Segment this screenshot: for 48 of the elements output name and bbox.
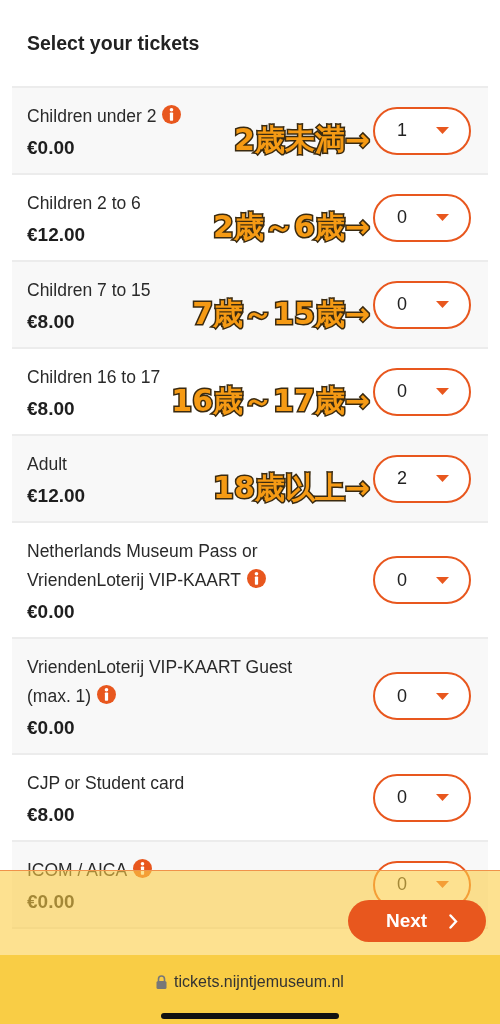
page-title: Select your tickets <box>27 31 200 55</box>
ticket-name: Children 7 to 15 <box>27 279 151 302</box>
annotation-text: 2歳～6歳→ <box>213 208 370 246</box>
ticket-price: €8.00 <box>27 311 75 333</box>
quantity-select[interactable]: 0 <box>373 773 471 822</box>
ticket-price: €0.00 <box>27 717 75 739</box>
info-icon[interactable] <box>133 859 153 878</box>
url-text[interactable]: tickets.nijntjemuseum.nl <box>174 973 344 991</box>
info-icon[interactable] <box>97 685 117 704</box>
ticket-price: €0.00 <box>27 137 75 159</box>
caret-icon <box>436 881 449 888</box>
info-icon[interactable] <box>247 569 266 588</box>
annotation-text: 18歳以上→ <box>213 469 370 507</box>
ticket-name: Children 16 to 17 <box>27 366 161 389</box>
caret-icon <box>436 475 449 482</box>
ticket-name: Adult <box>27 453 67 476</box>
quantity-select[interactable]: 1 <box>373 106 471 155</box>
ticket-name: Netherlands Museum Pass or VriendenLoterij VIP-KAART <box>27 537 327 595</box>
caret-icon <box>436 576 449 584</box>
ticket-price: €12.00 <box>27 485 86 507</box>
annotation-text: 2歳未満→ <box>234 121 370 159</box>
ticket-price: €0.00 <box>27 891 75 913</box>
quantity-select[interactable]: 2 <box>373 454 471 503</box>
caret-icon <box>436 214 449 221</box>
ticket-name: VriendenLoterij VIP-KAART Guest (max. 1) <box>27 656 294 708</box>
ticket-price: €8.00 <box>27 804 75 826</box>
ticket-price: €12.00 <box>27 224 86 246</box>
caret-icon <box>436 127 449 134</box>
ticket-price: €8.00 <box>27 398 75 420</box>
quantity-select[interactable]: 0 <box>373 556 471 604</box>
lock-icon <box>156 975 168 989</box>
ticket-name: CJP or Student card <box>27 772 185 795</box>
info-icon[interactable] <box>162 105 182 124</box>
caret-icon <box>436 301 449 308</box>
chevron-right-icon <box>449 913 459 929</box>
ticket-name: Children 2 to 6 <box>27 192 141 215</box>
next-button[interactable]: Next <box>348 900 486 942</box>
annotation-text: 7歳～15歳→ <box>192 295 370 333</box>
quantity-select[interactable]: 0 <box>373 280 471 329</box>
ticket-price: €0.00 <box>27 601 75 623</box>
ticket-name: Children under 2 <box>27 102 182 131</box>
annotation-text: 16歳～17歳→ <box>171 382 370 420</box>
quantity-select[interactable]: 0 <box>373 367 471 416</box>
quantity-select[interactable]: 0 <box>373 672 471 720</box>
caret-icon <box>436 388 449 395</box>
quantity-select[interactable]: 0 <box>373 193 471 242</box>
caret-icon <box>436 692 449 700</box>
caret-icon <box>436 794 449 801</box>
